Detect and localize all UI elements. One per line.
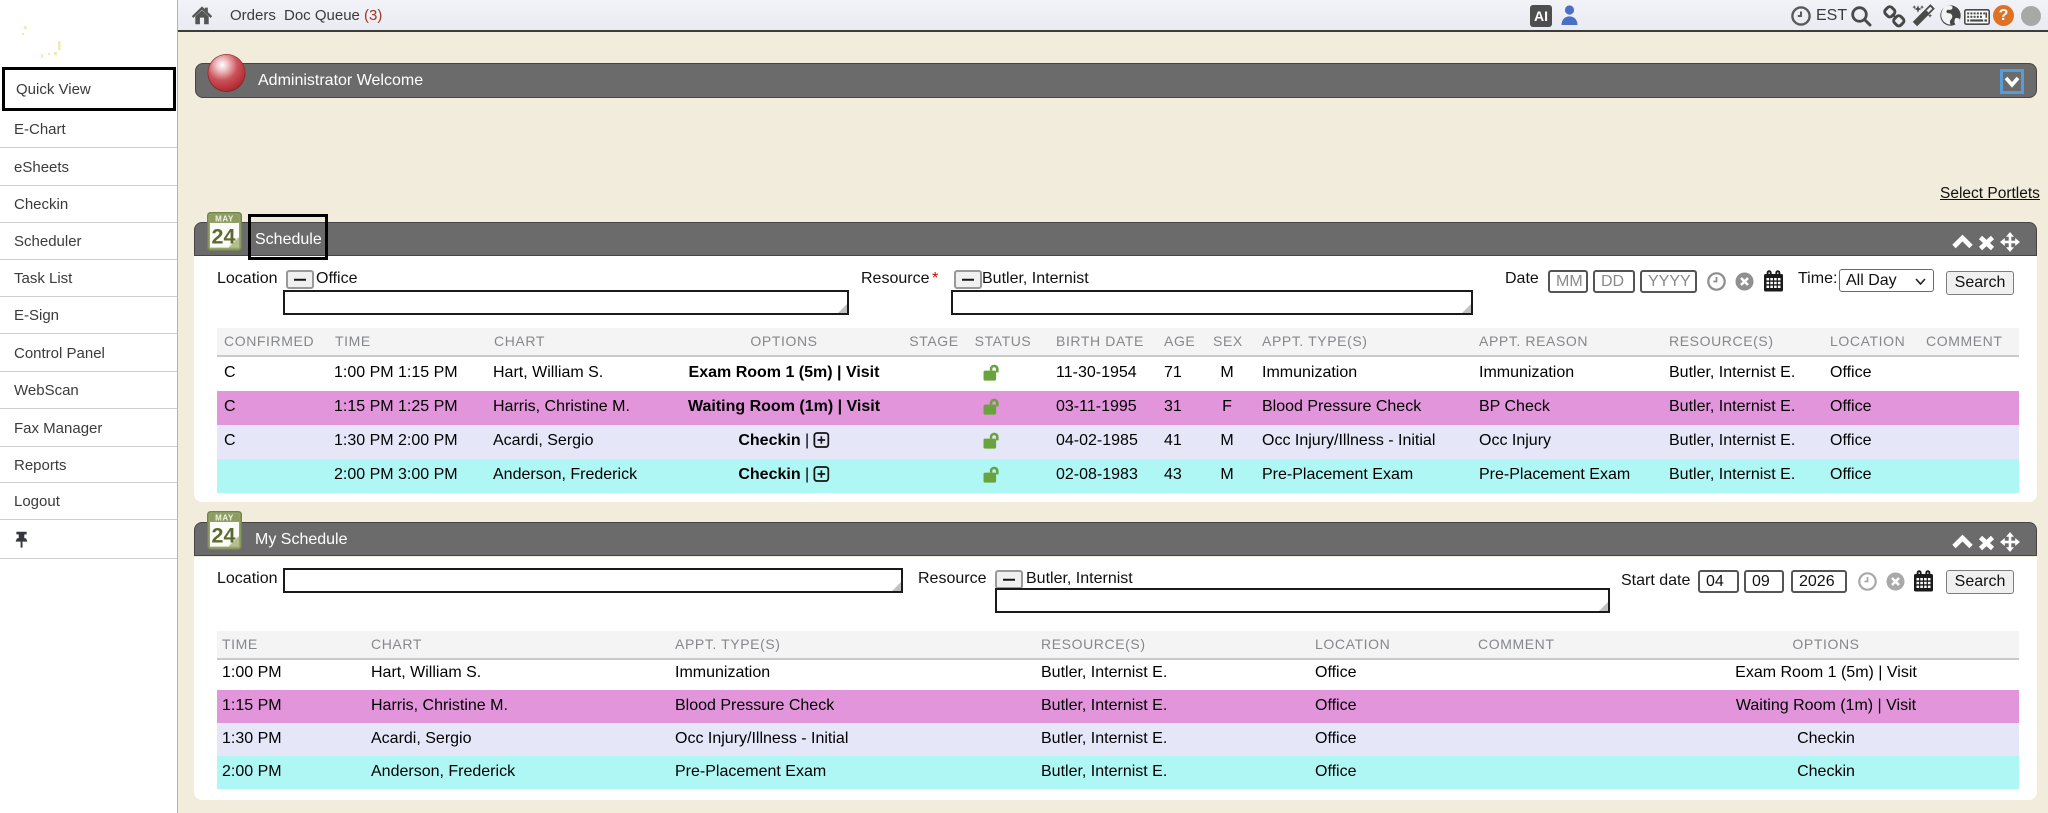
svg-text:24: 24 xyxy=(212,524,236,548)
svg-text:24: 24 xyxy=(212,225,236,249)
svg-text:MAY: MAY xyxy=(215,513,234,522)
svg-text:MAY: MAY xyxy=(215,214,234,223)
